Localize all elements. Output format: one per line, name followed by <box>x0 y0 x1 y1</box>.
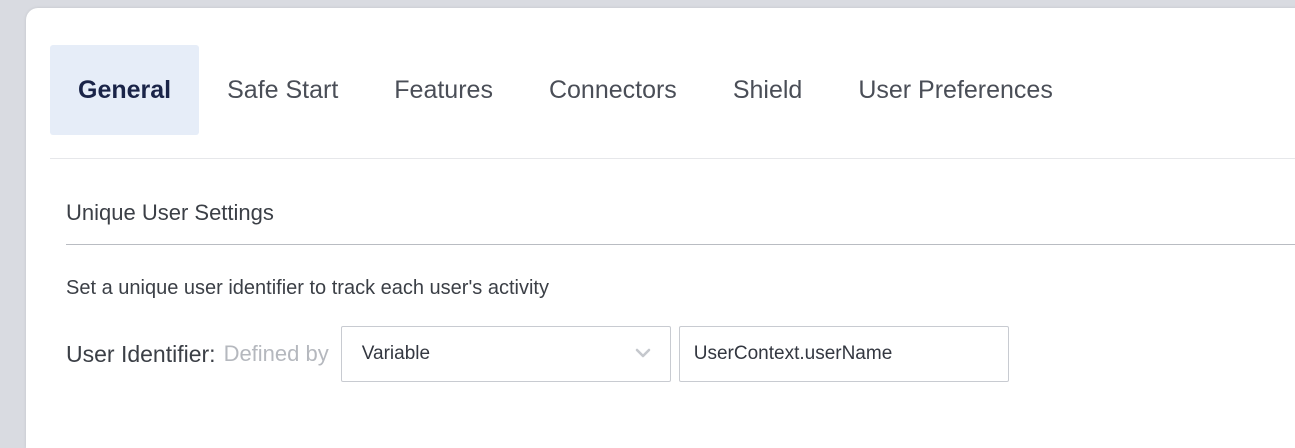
tab-general[interactable]: General <box>50 45 200 135</box>
tab-bar: General Safe Start Features Connectors S… <box>50 45 1081 135</box>
tabs-divider <box>50 158 1295 159</box>
tab-features[interactable]: Features <box>366 45 521 135</box>
user-identifier-input[interactable] <box>678 326 1009 382</box>
section-description: Set a unique user identifier to track ea… <box>66 277 549 299</box>
tab-safe-start[interactable]: Safe Start <box>199 45 366 135</box>
defined-by-hint: Defined by <box>223 341 329 366</box>
tab-connectors[interactable]: Connectors <box>521 45 705 135</box>
defined-by-select-value: Variable <box>361 343 431 364</box>
user-identifier-row: User Identifier: Defined by Variable <box>66 326 1009 382</box>
chevron-down-icon <box>635 348 651 358</box>
section-divider <box>66 244 1295 245</box>
tab-user-preferences[interactable]: User Preferences <box>830 45 1081 135</box>
section-title: Unique User Settings <box>66 200 274 225</box>
user-identifier-label: User Identifier: <box>66 340 216 367</box>
defined-by-select[interactable]: Variable <box>340 326 671 382</box>
tab-shield[interactable]: Shield <box>705 45 831 135</box>
settings-panel: General Safe Start Features Connectors S… <box>26 8 1295 448</box>
